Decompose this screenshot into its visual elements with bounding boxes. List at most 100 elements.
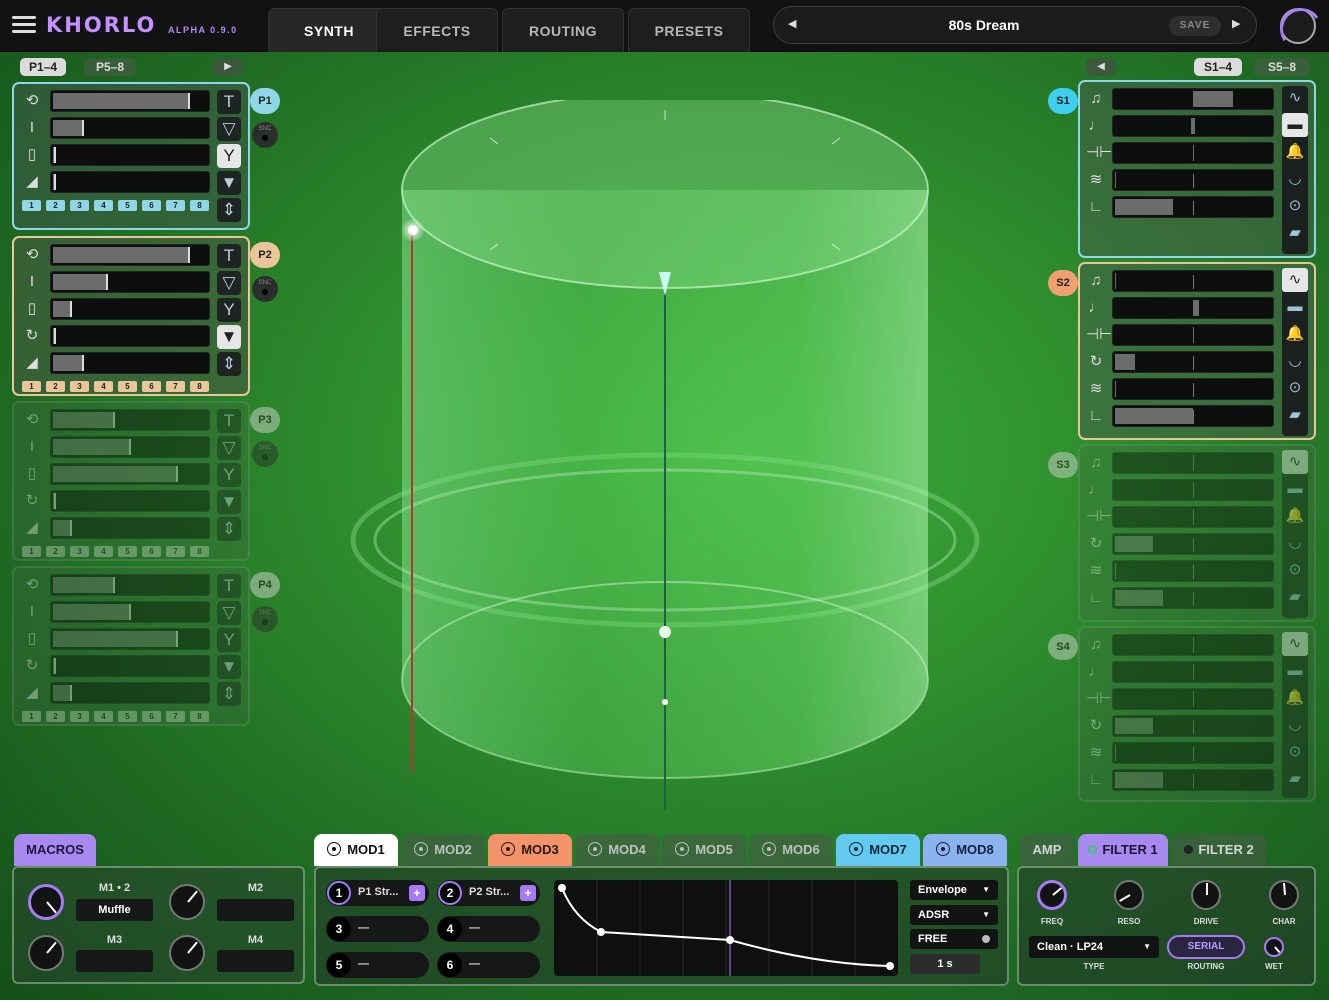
cylinder-visualizer[interactable] (340, 100, 1000, 820)
step-button[interactable]: 2 (46, 200, 65, 211)
bars-icon[interactable]: ▯ (22, 145, 42, 165)
tab-synth[interactable]: SYNTH (268, 8, 390, 52)
left-pager-next-button[interactable]: ▶ (213, 58, 243, 76)
sine-icon[interactable]: ∿ (1282, 268, 1308, 292)
add-target-button[interactable]: + (409, 885, 425, 901)
player-badge-2[interactable]: P2 (250, 242, 280, 268)
wave-lines-icon[interactable]: ≋ (1086, 561, 1106, 581)
note-icon[interactable]: ♫ (1086, 89, 1106, 109)
player-slider[interactable] (50, 144, 210, 166)
target-icon[interactable]: ⊙ (1282, 376, 1308, 400)
source-slider[interactable] (1112, 115, 1274, 137)
macros-tab[interactable]: MACROS (14, 834, 96, 866)
loop-icon[interactable]: ⟲ (22, 410, 42, 430)
player-slider[interactable] (50, 463, 210, 485)
page-s1-4[interactable]: S1–4 (1194, 58, 1242, 76)
source-badge-3[interactable]: S3 (1048, 452, 1078, 478)
slope-icon[interactable]: ▰ (1282, 221, 1308, 245)
sync-button[interactable]: SNC (252, 276, 278, 302)
page-p1-4[interactable]: P1–4 (20, 58, 66, 76)
player-badge-1[interactable]: P1 (250, 88, 280, 114)
macro-2-value[interactable] (217, 899, 294, 921)
source-slider[interactable] (1112, 142, 1274, 164)
mod-slot-5[interactable]: 5— (326, 952, 429, 978)
slope-icon[interactable]: ▰ (1282, 585, 1308, 609)
step-button[interactable]: 1 (22, 546, 41, 557)
filter-type-dropdown[interactable]: Clean · LP24 ▼ (1029, 936, 1159, 958)
step-button[interactable]: 8 (190, 546, 209, 557)
drive-knob[interactable] (1191, 880, 1221, 910)
source-slider[interactable] (1112, 742, 1274, 764)
master-volume-knob[interactable] (1280, 8, 1316, 44)
page-s5-8[interactable]: S5–8 (1254, 58, 1310, 76)
wet-knob[interactable] (1264, 937, 1284, 957)
down-triangle-icon[interactable]: ▼ (217, 490, 241, 514)
player-slider[interactable] (50, 490, 210, 512)
funnel-icon[interactable]: Y (217, 463, 241, 487)
cup-icon[interactable]: ◡ (1282, 713, 1308, 737)
menu-icon[interactable] (12, 16, 36, 34)
sync-button[interactable]: SNC (252, 441, 278, 467)
player-slider[interactable] (50, 171, 210, 193)
source-slider[interactable] (1112, 769, 1274, 791)
bracket-icon[interactable]: ⊣⊢ (1086, 507, 1112, 527)
cursor-icon[interactable]: I (22, 602, 42, 622)
player-slider[interactable] (50, 517, 210, 539)
sine-icon[interactable]: ∿ (1282, 632, 1308, 656)
step-button[interactable]: 1 (22, 381, 41, 392)
player-slider[interactable] (50, 298, 210, 320)
bars-icon[interactable]: ▯ (22, 464, 42, 484)
player-slider[interactable] (50, 655, 210, 677)
bar-icon[interactable]: ▬ (1282, 113, 1308, 137)
bell-icon[interactable]: 🔔 (1282, 140, 1308, 164)
add-target-button[interactable]: + (520, 885, 536, 901)
step-button[interactable]: 6 (142, 546, 161, 557)
stretch-icon[interactable]: ⇕ (217, 517, 241, 541)
source-slider[interactable] (1112, 270, 1274, 292)
player-slider[interactable] (50, 682, 210, 704)
bracket-icon[interactable]: ⊣⊢ (1086, 689, 1112, 709)
pluck-top-icon[interactable]: T (217, 244, 241, 268)
step-button[interactable]: 5 (118, 200, 137, 211)
tab-mod4[interactable]: MOD4 (575, 834, 659, 866)
player-slider[interactable] (50, 244, 210, 266)
rotate-icon[interactable]: ↻ (22, 656, 42, 676)
tab-mod5[interactable]: MOD5 (662, 834, 746, 866)
ramp-icon[interactable]: ◢ (22, 353, 42, 373)
tab-mod6[interactable]: MOD6 (749, 834, 833, 866)
tab-filter-2[interactable]: FILTER 2 (1172, 834, 1266, 866)
source-badge-4[interactable]: S4 (1048, 634, 1078, 660)
tab-effects[interactable]: EFFECTS (376, 8, 498, 52)
tab-mod8[interactable]: MOD8 (923, 834, 1007, 866)
step-button[interactable]: 3 (70, 711, 89, 722)
step-button[interactable]: 5 (118, 381, 137, 392)
player-slider[interactable] (50, 601, 210, 623)
wave-lines-icon[interactable]: ≋ (1086, 170, 1106, 190)
ramp-icon[interactable]: ◢ (22, 683, 42, 703)
step-button[interactable]: 7 (166, 711, 185, 722)
tab-mod1[interactable]: MOD1 (314, 834, 398, 866)
cursor-icon[interactable]: I (22, 118, 42, 138)
rotate-icon[interactable]: ↻ (1086, 534, 1106, 554)
slope-icon[interactable]: ▰ (1282, 767, 1308, 791)
sine-icon[interactable]: ∿ (1282, 86, 1308, 110)
angle-icon[interactable]: ∟ (1086, 406, 1106, 426)
target-icon[interactable]: ⊙ (1282, 558, 1308, 582)
page-p5-8[interactable]: P5–8 (84, 58, 136, 76)
bell-icon[interactable]: 🔔 (1282, 504, 1308, 528)
cup-icon[interactable]: ◡ (1282, 167, 1308, 191)
bowl-icon[interactable]: ▽ (217, 271, 241, 295)
step-button[interactable]: 5 (118, 546, 137, 557)
freq-knob[interactable] (1037, 880, 1067, 910)
wave-lines-icon[interactable]: ≋ (1086, 379, 1106, 399)
tab-mod7[interactable]: MOD7 (836, 834, 920, 866)
step-button[interactable]: 4 (94, 546, 113, 557)
stretch-icon[interactable]: ⇕ (217, 352, 241, 376)
bars-icon[interactable]: ▯ (22, 299, 42, 319)
bowl-icon[interactable]: ▽ (217, 436, 241, 460)
pluck-top-icon[interactable]: T (217, 574, 241, 598)
source-slider[interactable] (1112, 634, 1274, 656)
bell-icon[interactable]: 🔔 (1282, 322, 1308, 346)
macro-1-knob[interactable] (28, 884, 64, 920)
player-slider[interactable] (50, 352, 210, 374)
